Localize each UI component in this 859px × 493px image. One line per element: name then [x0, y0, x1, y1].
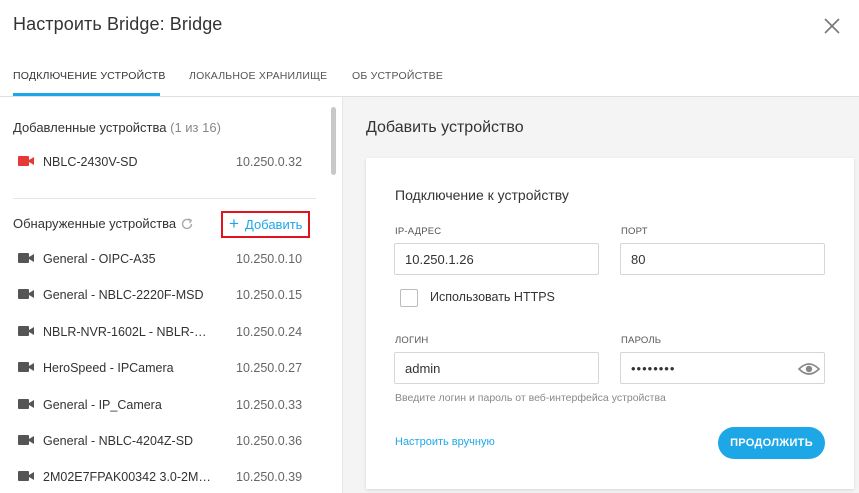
device-ip: 10.250.0.24 — [236, 325, 303, 339]
discovered-device-row[interactable]: General - NBLC-2220F-MSD 10.250.0.15 — [0, 288, 315, 324]
device-ip: 10.250.0.27 — [236, 361, 303, 375]
credentials-hint: Введите логин и пароль от веб-интерфейса… — [395, 392, 666, 404]
plus-icon: + — [229, 214, 239, 233]
password-label: Пароль — [621, 335, 662, 346]
refresh-icon[interactable] — [180, 217, 194, 231]
tab-bar: Подключение устройств Локальное хранилищ… — [0, 60, 859, 97]
added-devices-count: (1 из 16) — [170, 120, 221, 135]
added-devices-heading: Добавленные устройства (1 из 16) — [13, 120, 221, 135]
device-name: General - OIPC-A35 — [43, 252, 156, 266]
discovered-device-row[interactable]: 2M02E7FPAK00342 3.0-2M0... 10.250.0.39 — [0, 470, 315, 493]
port-label: Порт — [621, 226, 648, 237]
device-name: General - NBLC-2220F-MSD — [43, 288, 204, 302]
https-checkbox[interactable] — [400, 289, 418, 307]
add-discovered-button[interactable]: + Добавить — [221, 211, 310, 238]
camera-icon — [18, 326, 34, 336]
login-input[interactable] — [394, 352, 599, 384]
device-name: NBLC-2430V-SD — [43, 155, 138, 169]
device-name: 2M02E7FPAK00342 3.0-2M0... — [43, 470, 213, 484]
device-ip: 10.250.0.33 — [236, 398, 303, 412]
connection-card-title: Подключение к устройству — [395, 187, 569, 203]
add-button-label: Добавить — [245, 217, 303, 232]
device-name: NBLR-NVR-1602L - NBLR-NV... — [43, 325, 213, 339]
tab-about-device[interactable]: Об устройстве — [352, 70, 443, 82]
added-device-row[interactable]: NBLC-2430V-SD 10.250.0.32 — [0, 155, 315, 191]
tab-device-connection[interactable]: Подключение устройств — [13, 70, 166, 82]
device-ip: 10.250.0.36 — [236, 434, 303, 448]
scrollbar-thumb[interactable] — [331, 107, 336, 175]
discovered-device-row[interactable]: NBLR-NVR-1602L - NBLR-NV... 10.250.0.24 — [0, 325, 315, 361]
discovered-device-row[interactable]: General - NBLC-4204Z-SD 10.250.0.36 — [0, 434, 315, 470]
discovered-device-row[interactable]: General - OIPC-A35 10.250.0.10 — [0, 252, 315, 288]
camera-icon-red — [18, 156, 34, 166]
device-name: General - NBLC-4204Z-SD — [43, 434, 194, 448]
device-ip: 10.250.0.15 — [236, 288, 303, 302]
device-ip: 10.250.0.32 — [236, 155, 303, 169]
ip-address-input[interactable] — [394, 243, 599, 275]
continue-button[interactable]: Продолжить — [718, 427, 825, 459]
discovered-device-row[interactable]: HeroSpeed - IPCamera 10.250.0.27 — [0, 361, 315, 397]
ip-address-label: IP-адрес — [395, 226, 442, 237]
device-name: General - IP_Camera — [43, 398, 162, 412]
device-name: HeroSpeed - IPCamera — [43, 361, 174, 375]
camera-icon — [18, 399, 34, 409]
camera-icon — [18, 435, 34, 445]
eye-icon[interactable] — [798, 361, 820, 377]
manual-setup-link[interactable]: Настроить вручную — [395, 436, 495, 448]
camera-icon — [18, 471, 34, 481]
add-device-title: Добавить устройство — [366, 119, 524, 136]
tab-local-storage[interactable]: Локальное хранилище — [189, 70, 327, 82]
camera-icon — [18, 289, 34, 299]
port-input[interactable] — [620, 243, 825, 275]
device-ip: 10.250.0.39 — [236, 470, 303, 484]
password-input[interactable] — [620, 352, 825, 384]
device-ip: 10.250.0.10 — [236, 252, 303, 266]
added-devices-title: Добавленные устройства — [13, 120, 167, 135]
close-icon[interactable] — [822, 16, 842, 36]
https-checkbox-label: Использовать HTTPS — [430, 290, 555, 304]
camera-icon — [18, 253, 34, 263]
camera-icon — [18, 362, 34, 372]
discovered-devices-title: Обнаруженные устройства — [13, 216, 177, 231]
discovered-device-row[interactable]: General - IP_Camera 10.250.0.33 — [0, 398, 315, 434]
section-divider — [13, 198, 316, 199]
dialog-title: Настроить Bridge: Bridge — [13, 14, 223, 34]
login-label: Логин — [395, 335, 429, 346]
